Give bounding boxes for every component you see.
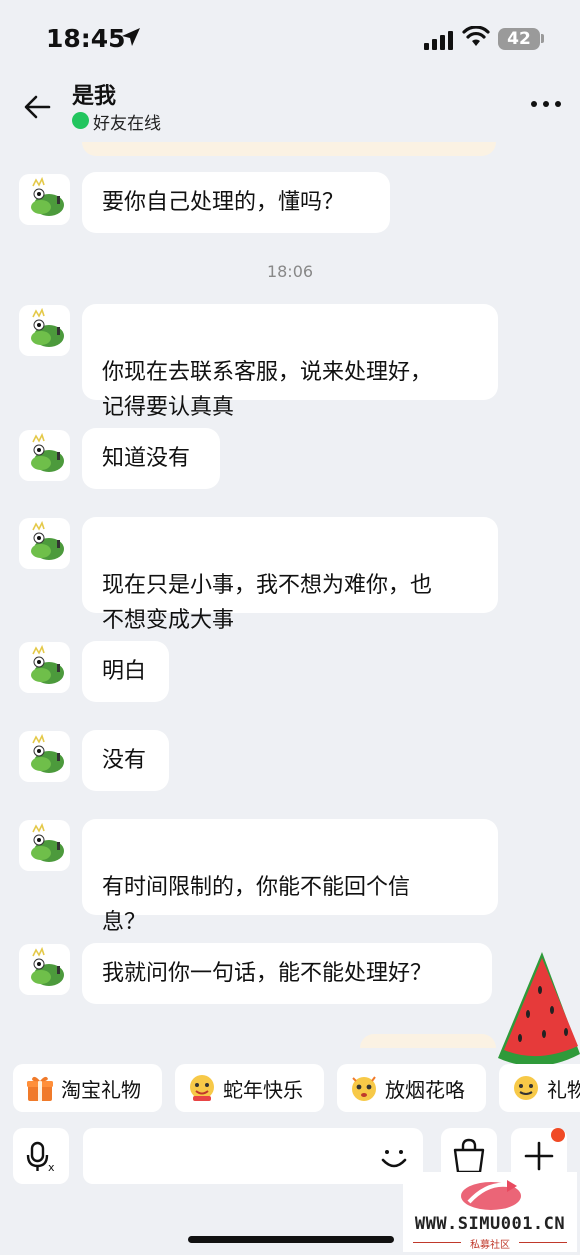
voice-input-button[interactable]: x <box>13 1128 69 1184</box>
quick-reply-label: 蛇年快乐 <box>223 1077 303 1102</box>
more-options-icon[interactable] <box>530 98 562 110</box>
frog-avatar-icon <box>31 176 64 216</box>
fireworks-emoji-icon <box>352 1076 376 1101</box>
avatar[interactable] <box>19 305 70 356</box>
status-time: 18:45 <box>46 24 126 53</box>
quick-reply-gift[interactable]: 礼物 <box>499 1064 580 1112</box>
message-text: 你现在去联系客服，说来处理好， 记得要认真真 <box>102 360 433 420</box>
contact-name[interactable]: 是我 <box>72 78 116 110</box>
message-text: 明白 <box>102 659 147 684</box>
online-status-dot <box>72 112 89 129</box>
message-text: 没有 <box>102 748 147 773</box>
avatar[interactable] <box>19 642 70 693</box>
presence-text: 好友在线 <box>93 114 161 134</box>
frog-avatar-icon <box>31 520 64 560</box>
message-bubble[interactable]: 知道没有 <box>82 428 220 489</box>
frog-avatar-icon <box>31 432 64 472</box>
notification-dot <box>551 1128 565 1142</box>
avatar[interactable] <box>19 944 70 995</box>
message-input[interactable] <box>83 1128 423 1184</box>
battery-indicator: 42 <box>498 28 540 50</box>
back-arrow-icon[interactable] <box>22 92 52 122</box>
message-bubble[interactable]: 有时间限制的，你能不能回个信 息？ <box>82 819 498 935</box>
chat-header: 是我 好友在线 <box>0 72 580 142</box>
message-bubble[interactable]: 没有 <box>82 730 169 791</box>
message-text: 要你自己处理的，懂吗？ <box>102 190 345 215</box>
message-bubble[interactable]: 你现在去联系客服，说来处理好， 记得要认真真 <box>82 304 498 420</box>
battery-cap <box>541 34 544 43</box>
watermark-url: WWW.SIMU001.CN <box>414 1214 566 1234</box>
frog-avatar-icon <box>31 644 64 684</box>
avatar[interactable] <box>19 518 70 569</box>
avatar[interactable] <box>19 820 70 871</box>
watermark-logo-icon <box>461 1180 521 1210</box>
emoji-face-icon[interactable] <box>377 1140 411 1174</box>
quick-reply-label: 放烟花咯 <box>385 1077 465 1102</box>
quick-reply-label: 淘宝礼物 <box>61 1077 141 1102</box>
watermark: WWW.SIMU001.CN 私募社区 <box>403 1172 577 1252</box>
watermark-subtitle: 私募社区 <box>470 1240 510 1251</box>
time-separator: 18:06 <box>266 262 314 281</box>
avatar[interactable] <box>19 174 70 225</box>
snake-emoji-icon <box>190 1075 214 1101</box>
frog-avatar-icon <box>31 307 64 347</box>
home-indicator[interactable] <box>188 1236 394 1243</box>
gift-icon <box>27 1076 53 1101</box>
frog-avatar-icon <box>31 733 64 773</box>
frog-avatar-icon <box>31 946 64 986</box>
wifi-icon <box>462 26 490 46</box>
microphone-icon: x <box>26 1141 55 1174</box>
quick-reply-fireworks[interactable]: 放烟花咯 <box>337 1064 486 1112</box>
message-bubble[interactable]: 明白 <box>82 641 169 702</box>
message-bubble[interactable]: 要你自己处理的，懂吗？ <box>82 172 390 233</box>
avatar[interactable] <box>19 731 70 782</box>
location-arrow-icon <box>122 28 140 46</box>
incoming-bubble-edge <box>360 1034 496 1048</box>
previous-bubble-edge <box>82 142 496 156</box>
message-text: 知道没有 <box>102 446 191 471</box>
gift-emoji-icon <box>514 1076 538 1100</box>
quick-reply-label: 礼物 <box>547 1077 580 1102</box>
frog-avatar-icon <box>31 822 64 862</box>
quick-reply-taobao-gift[interactable]: 淘宝礼物 <box>13 1064 162 1112</box>
svg-text:x: x <box>48 1161 55 1174</box>
message-text: 我就问你一句话，能不能处理好？ <box>102 961 433 986</box>
status-bar: 18:45 42 <box>0 0 580 72</box>
avatar[interactable] <box>19 430 70 481</box>
watermelon-sticker <box>498 952 580 1067</box>
message-text: 现在只是小事，我不想为难你，也 不想变成大事 <box>102 573 433 633</box>
message-text: 有时间限制的，你能不能回个信 息？ <box>102 875 411 935</box>
watermark-line-right <box>519 1242 567 1243</box>
message-bubble[interactable]: 我就问你一句话，能不能处理好？ <box>82 943 492 1004</box>
cellular-signal-icon <box>424 31 453 50</box>
message-bubble[interactable]: 现在只是小事，我不想为难你，也 不想变成大事 <box>82 517 498 633</box>
quick-reply-snake-year[interactable]: 蛇年快乐 <box>175 1064 324 1112</box>
